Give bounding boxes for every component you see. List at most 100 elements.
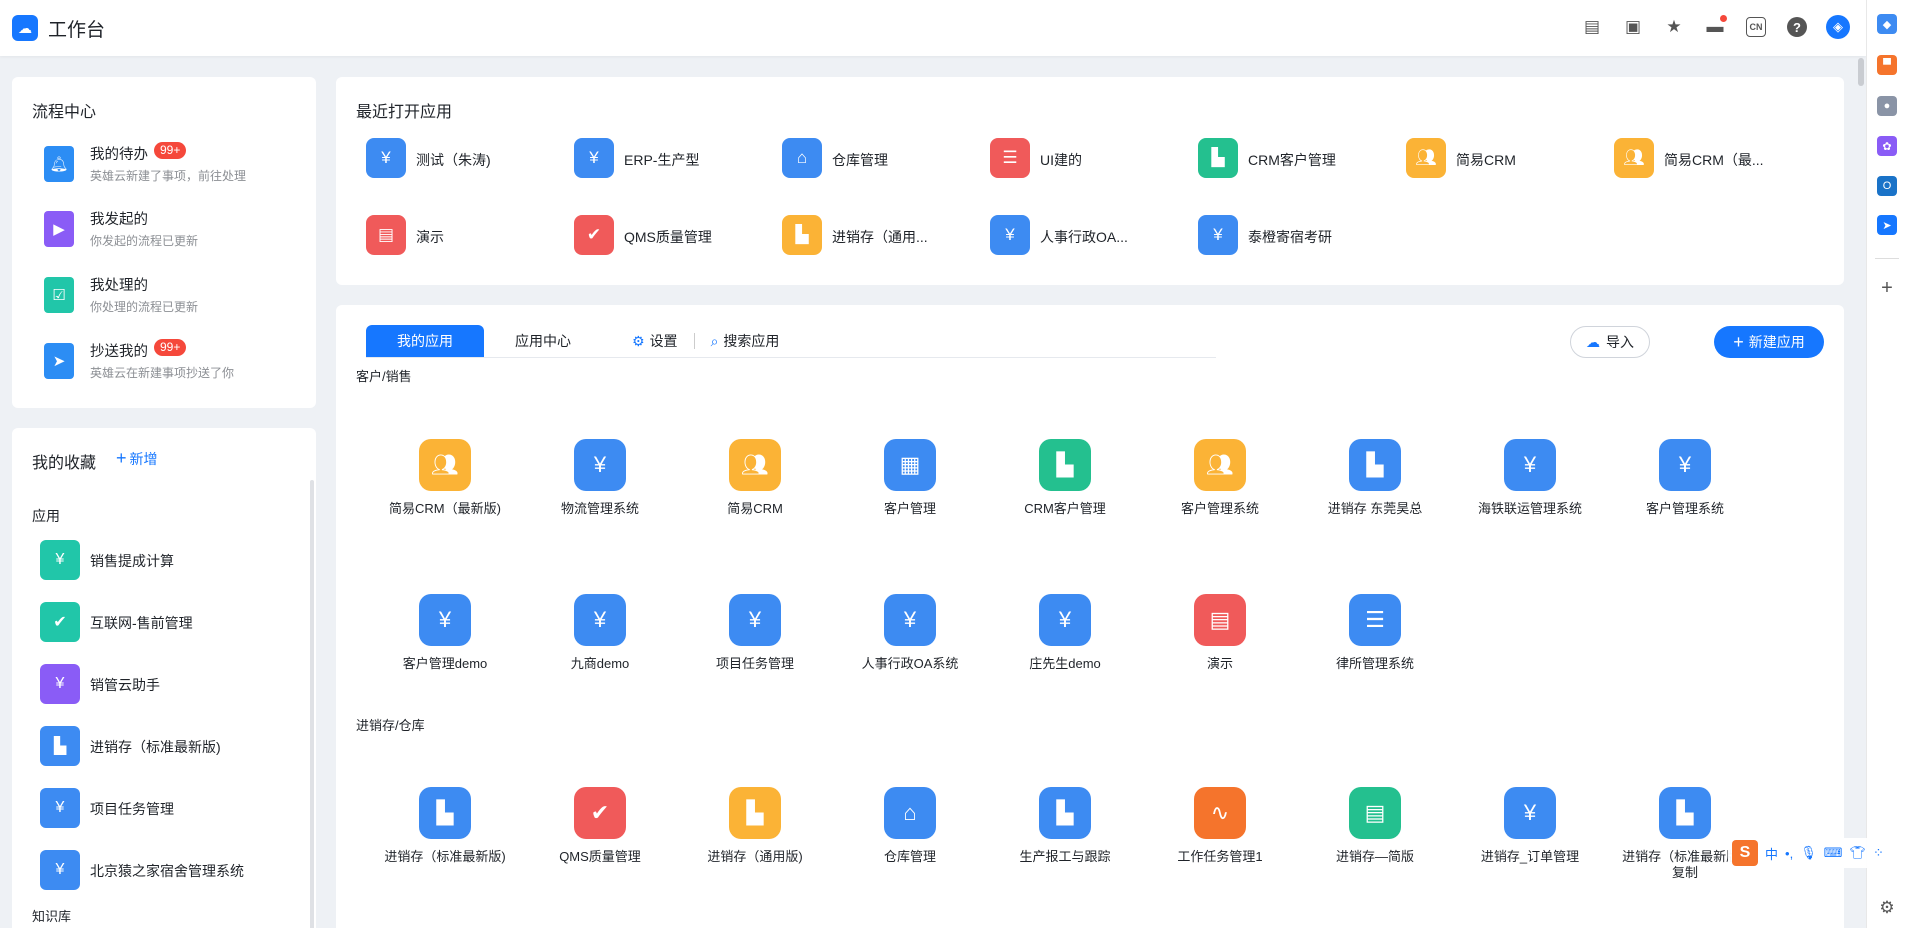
- favorite-item[interactable]: ¥ 项目任务管理: [40, 788, 300, 832]
- recent-app-item[interactable]: ▤ 演示: [366, 215, 566, 257]
- app-tile[interactable]: ✔ QMS质量管理: [525, 787, 675, 867]
- pie-yen-icon: ¥: [1039, 594, 1091, 646]
- recent-app-item[interactable]: ¥ ERP-生产型: [574, 138, 774, 180]
- app-logo-icon: ☁: [12, 15, 38, 41]
- app-tile[interactable]: ▤ 演示: [1145, 594, 1295, 674]
- favorite-item[interactable]: ¥ 销售提成计算: [40, 540, 300, 584]
- message-icon[interactable]: ▬: [1701, 13, 1729, 41]
- send-app-icon[interactable]: ➤: [1877, 215, 1897, 235]
- new-app-button[interactable]: + 新建应用: [1714, 326, 1824, 358]
- recent-app-item[interactable]: ¥ 测试（朱涛): [366, 138, 566, 180]
- app-tile[interactable]: 👥︎ 简易CRM（最新版): [370, 439, 520, 519]
- add-icon[interactable]: +: [1877, 278, 1897, 298]
- app-tile[interactable]: ⌂ 仓库管理: [835, 787, 985, 867]
- add-favorite-button[interactable]: + 新增: [116, 448, 158, 469]
- import-button[interactable]: ☁ 导入: [1570, 326, 1650, 358]
- settings-button[interactable]: ⚙ 设置: [632, 331, 678, 351]
- users-icon[interactable]: ●: [1877, 96, 1897, 116]
- recent-app-item[interactable]: ✔ QMS质量管理: [574, 215, 774, 257]
- star-icon[interactable]: ★: [1660, 13, 1688, 41]
- app-tile-label: 进销存_订单管理: [1480, 849, 1580, 864]
- flow-item-initiated[interactable]: ▶ 我发起的 你发起的流程已更新: [32, 206, 292, 256]
- app-tile[interactable]: ▙ 进销存（标准最新版): [370, 787, 520, 867]
- recent-app-item[interactable]: ▙ CRM客户管理: [1198, 138, 1398, 180]
- app-tile[interactable]: 👥︎ 简易CRM: [680, 439, 830, 519]
- pie-yen-icon: ¥: [574, 138, 614, 178]
- favorite-item[interactable]: ¥ 销管云助手: [40, 664, 300, 708]
- flow-item-handled[interactable]: ☑ 我处理的 你处理的流程已更新: [32, 272, 292, 322]
- app-tile[interactable]: ▙ CRM客户管理: [990, 439, 1140, 519]
- main-scrollbar[interactable]: [1858, 58, 1864, 86]
- recent-app-item[interactable]: 👥︎ 简易CRM: [1406, 138, 1606, 180]
- app-tile-label: 演示: [1206, 656, 1233, 671]
- app-tile[interactable]: ¥ 人事行政OA系统: [835, 594, 985, 674]
- recent-app-item[interactable]: 👥︎ 简易CRM（最...: [1614, 138, 1814, 180]
- flow-item-label: 我的待办: [90, 147, 148, 163]
- pie-yen-icon: ¥: [1659, 439, 1711, 491]
- pie-yen-icon: ¥: [40, 788, 80, 828]
- flow-item-cc[interactable]: ➤ 抄送我的 99+ 英雄云在新建事项抄送了你: [32, 338, 292, 388]
- flow-item-todo[interactable]: 🔔︎ 我的待办 99+ 英雄云新建了事项，前往处理: [32, 141, 292, 191]
- app-tile[interactable]: ¥ 庄先生demo: [990, 594, 1140, 674]
- favorite-item[interactable]: ¥ 北京猿之家宿舍管理系统: [40, 850, 300, 894]
- flow-item-desc: 英雄云新建了事项，前往处理: [90, 169, 247, 183]
- tag-icon[interactable]: ◆: [1877, 14, 1897, 34]
- category-label: 客户/销售: [356, 369, 412, 384]
- app-tile[interactable]: ☰ 律所管理系统: [1300, 594, 1450, 674]
- gear-icon[interactable]: ⚙: [1877, 898, 1897, 918]
- app-tile[interactable]: ▤ 进销存—简版: [1300, 787, 1450, 867]
- toolbox-icon[interactable]: ▀: [1877, 55, 1897, 75]
- app-tile[interactable]: ¥ 海铁联运管理系统: [1455, 439, 1605, 519]
- app-tile[interactable]: ¥ 物流管理系统: [525, 439, 675, 519]
- recent-app-item[interactable]: ¥ 泰橙寄宿考研: [1198, 215, 1398, 257]
- app-tile-label: 客户管理系统: [1180, 501, 1259, 516]
- avatar[interactable]: ◈: [1824, 13, 1852, 41]
- cc-count-badge: 99+: [154, 339, 187, 356]
- tabs-underline: [366, 357, 1216, 358]
- building-icon: ▙: [419, 787, 471, 839]
- pie-yen-icon: ¥: [574, 439, 626, 491]
- category-label: 进销存/仓库: [356, 718, 425, 733]
- app-tile[interactable]: ¥ 客户管理demo: [370, 594, 520, 674]
- app-tile[interactable]: ▙ 生产报工与跟踪: [990, 787, 1140, 867]
- app-tile[interactable]: ∿ 工作任务管理1: [1145, 787, 1295, 867]
- favorite-item-label: 销售提成计算: [90, 553, 174, 569]
- recent-app-item[interactable]: ▙ 进销存（通用...: [782, 215, 982, 257]
- recent-apps-card: 最近打开应用 ¥ 测试（朱涛) ¥ ERP-生产型 ⌂ 仓库管理 ☰ UI建的 ▙ CRM…: [336, 77, 1844, 285]
- app-tile[interactable]: ¥ 项目任务管理: [680, 594, 830, 674]
- plus-icon: +: [116, 448, 127, 468]
- recent-app-item[interactable]: ☰ UI建的: [990, 138, 1190, 180]
- favorite-item[interactable]: ✔ 互联网-售前管理: [40, 602, 300, 646]
- help-icon[interactable]: ?: [1783, 13, 1811, 41]
- outlook-icon[interactable]: O: [1877, 176, 1897, 196]
- search-input[interactable]: ⌕ 搜索应用: [711, 331, 780, 351]
- app-tile[interactable]: ¥ 进销存_订单管理: [1455, 787, 1605, 867]
- recent-app-item[interactable]: ¥ 人事行政OA...: [990, 215, 1190, 257]
- cloud-upload-icon: ☁: [1586, 333, 1600, 350]
- contacts-icon[interactable]: ▣: [1619, 13, 1647, 41]
- app-tile-label: 进销存（通用版): [707, 849, 803, 864]
- app-tile[interactable]: ▙ 进销存（通用版): [680, 787, 830, 867]
- flow-item-label: 抄送我的: [90, 344, 148, 360]
- recent-app-label: 测试（朱涛): [416, 152, 491, 168]
- tab-app-center[interactable]: 应用中心: [484, 325, 602, 357]
- app-tile[interactable]: ¥ 九商demo: [525, 594, 675, 674]
- app-tile[interactable]: ▦ 客户管理: [835, 439, 985, 519]
- layout-icon[interactable]: ▤: [1578, 13, 1606, 41]
- recent-app-item[interactable]: ⌂ 仓库管理: [782, 138, 982, 180]
- app-tile[interactable]: ▙ 进销存 东莞昊总: [1300, 439, 1450, 519]
- send-icon: ➤: [44, 343, 74, 379]
- app-tile[interactable]: 👥︎ 客户管理系统: [1145, 439, 1295, 519]
- favorite-item[interactable]: ▙ 进销存（标准最新版): [40, 726, 300, 770]
- tab-my-apps[interactable]: 我的应用: [366, 325, 484, 357]
- favorites-scrollbar[interactable]: [310, 480, 314, 928]
- language-icon[interactable]: CN: [1746, 17, 1766, 37]
- app-tile[interactable]: ¥ 客户管理系统: [1610, 439, 1760, 519]
- grid-icon: ⁘: [1872, 845, 1884, 860]
- app-tile-label: 庄先生demo: [1029, 656, 1101, 671]
- app-tile-label: 人事行政OA系统: [861, 656, 959, 671]
- chart-doc-icon: ∿: [1194, 787, 1246, 839]
- ime-toolbar[interactable]: S 中 •, 🎙︎ ⌨ 👕︎ ⁘: [1728, 838, 1906, 868]
- favorites-card: 我的收藏 + 新增 应用 ¥ 销售提成计算 ✔ 互联网-售前管理 ¥ 销管云助手 …: [12, 428, 316, 928]
- copilot-icon[interactable]: ✿: [1877, 136, 1897, 156]
